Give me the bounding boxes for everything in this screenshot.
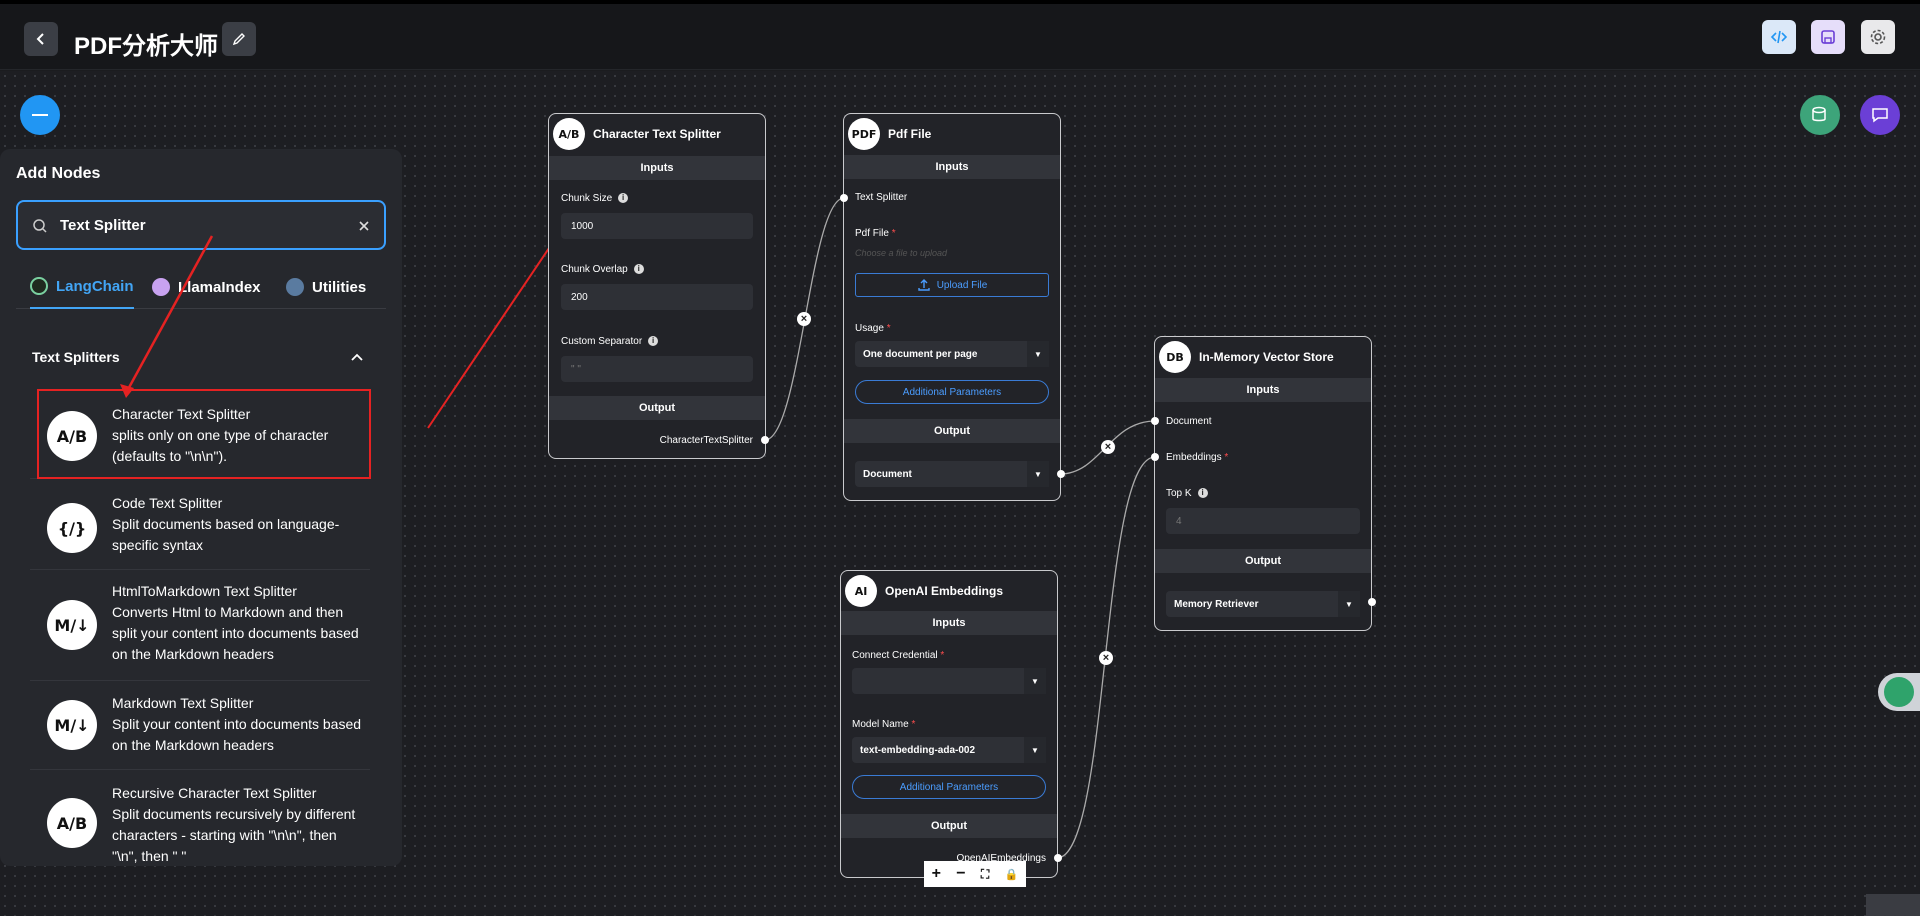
output-handle[interactable] bbox=[1368, 598, 1376, 606]
delete-edge-button[interactable]: × bbox=[797, 312, 811, 326]
model-select[interactable]: text-embedding-ada-002 ▼ bbox=[852, 737, 1046, 763]
zoom-in-icon[interactable]: + bbox=[932, 865, 941, 883]
canvas-controls: + − ⛶ 🔒 bbox=[924, 861, 1026, 887]
delete-edge-button[interactable]: × bbox=[1101, 440, 1115, 454]
zoom-out-icon[interactable]: − bbox=[956, 865, 965, 883]
assistant-icon bbox=[1884, 677, 1914, 707]
lock-icon[interactable]: 🔒 bbox=[1005, 868, 1019, 881]
output-header: Output bbox=[841, 814, 1057, 838]
pdf-icon: PDF bbox=[848, 118, 880, 150]
output-header: Output bbox=[844, 419, 1060, 443]
inputs-header: Inputs bbox=[1155, 378, 1371, 402]
inputs-header: Inputs bbox=[844, 155, 1060, 179]
additional-parameters-button[interactable]: Additional Parameters bbox=[852, 775, 1046, 799]
node-pdf-file[interactable]: PDF Pdf File Inputs Text Splitter Pdf Fi… bbox=[843, 113, 1061, 501]
chevron-down-icon: ▼ bbox=[1338, 591, 1360, 617]
input-handle[interactable] bbox=[1151, 453, 1159, 461]
chevron-down-icon: ▼ bbox=[1024, 668, 1046, 694]
output-select[interactable]: Document ▼ bbox=[855, 461, 1049, 487]
corner-badge bbox=[1866, 894, 1920, 916]
chevron-down-icon: ▼ bbox=[1027, 461, 1049, 487]
inputs-header: Inputs bbox=[549, 156, 765, 180]
info-icon[interactable]: i bbox=[1197, 488, 1208, 499]
info-icon[interactable]: i bbox=[633, 264, 644, 275]
separator-input[interactable]: " " bbox=[561, 356, 753, 382]
side-widget[interactable] bbox=[1878, 673, 1920, 711]
node-title: Character Text Splitter bbox=[593, 127, 721, 141]
delete-edge-button[interactable]: × bbox=[1099, 651, 1113, 665]
chevron-down-icon: ▼ bbox=[1024, 737, 1046, 763]
credential-select[interactable]: ▼ bbox=[852, 668, 1046, 694]
chevron-down-icon: ▼ bbox=[1027, 341, 1049, 367]
node-in-memory-vector-store[interactable]: DB In-Memory Vector Store Inputs Documen… bbox=[1154, 336, 1372, 631]
top-k-input[interactable]: 4 bbox=[1166, 508, 1360, 534]
fit-view-icon[interactable]: ⛶ bbox=[981, 867, 989, 882]
additional-parameters-button[interactable]: Additional Parameters bbox=[855, 380, 1049, 404]
output-select[interactable]: Memory Retriever ▼ bbox=[1166, 591, 1360, 617]
info-icon[interactable]: i bbox=[648, 336, 659, 347]
output-handle[interactable] bbox=[1054, 854, 1062, 862]
output-header: Output bbox=[1155, 549, 1371, 573]
chunk-overlap-input[interactable]: 200 bbox=[561, 284, 753, 310]
output-label: CharacterTextSplitter bbox=[659, 435, 753, 446]
node-title: OpenAI Embeddings bbox=[885, 584, 1004, 598]
output-header: Output bbox=[549, 396, 765, 420]
vector-store-icon: DB bbox=[1159, 341, 1191, 373]
node-character-text-splitter[interactable]: A/B Character Text Splitter Inputs Chunk… bbox=[548, 113, 766, 459]
output-handle[interactable] bbox=[761, 436, 769, 444]
split-icon: A/B bbox=[553, 118, 585, 150]
upload-file-button[interactable]: Upload File bbox=[855, 273, 1049, 297]
node-title: In-Memory Vector Store bbox=[1199, 350, 1334, 364]
openai-icon: AI bbox=[845, 575, 877, 607]
node-openai-embeddings[interactable]: AI OpenAI Embeddings Inputs Connect Cred… bbox=[840, 570, 1058, 878]
inputs-header: Inputs bbox=[841, 611, 1057, 635]
input-handle[interactable] bbox=[1151, 417, 1159, 425]
output-handle[interactable] bbox=[1057, 470, 1065, 478]
info-icon[interactable]: i bbox=[618, 193, 629, 204]
node-title: Pdf File bbox=[888, 127, 932, 141]
usage-select[interactable]: One document per page ▼ bbox=[855, 341, 1049, 367]
input-handle[interactable] bbox=[840, 194, 848, 202]
upload-icon bbox=[918, 279, 930, 291]
chunk-size-input[interactable]: 1000 bbox=[561, 213, 753, 239]
